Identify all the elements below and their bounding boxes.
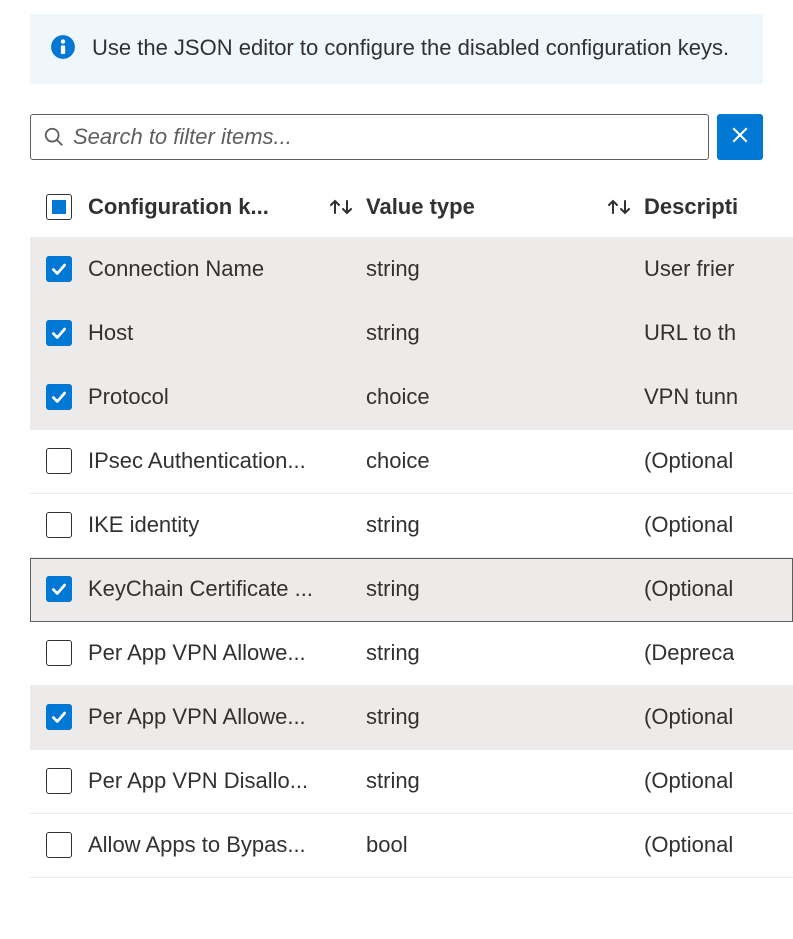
description-cell: (Optional bbox=[644, 832, 733, 858]
row-checkbox[interactable] bbox=[46, 832, 72, 858]
description-cell: (Optional bbox=[644, 448, 733, 474]
table-row[interactable]: Per App VPN Allowe... string (Optional bbox=[30, 686, 793, 750]
value-type-cell: string bbox=[366, 704, 420, 730]
header-value-type[interactable]: Value type bbox=[366, 194, 644, 220]
value-type-cell: choice bbox=[366, 448, 430, 474]
value-type-cell: string bbox=[366, 512, 420, 538]
config-keys-table: Configuration k... Value type Descripti … bbox=[30, 178, 793, 878]
description-cell: (Optional bbox=[644, 768, 733, 794]
description-cell: (Depreca bbox=[644, 640, 734, 666]
sort-icon bbox=[328, 196, 354, 218]
value-type-cell: string bbox=[366, 640, 420, 666]
table-row[interactable]: KeyChain Certificate ... string (Optional bbox=[30, 558, 793, 622]
table-row[interactable]: Per App VPN Allowe... string (Depreca bbox=[30, 622, 793, 686]
description-cell: (Optional bbox=[644, 576, 733, 602]
value-type-cell: bool bbox=[366, 832, 408, 858]
row-checkbox[interactable] bbox=[46, 768, 72, 794]
row-checkbox[interactable] bbox=[46, 512, 72, 538]
description-cell: URL to th bbox=[644, 320, 736, 346]
table-row[interactable]: IPsec Authentication... choice (Optional bbox=[30, 430, 793, 494]
config-key-cell: IKE identity bbox=[88, 512, 354, 538]
table-row[interactable]: Protocol choice VPN tunn bbox=[30, 366, 793, 430]
search-row bbox=[30, 114, 763, 160]
table-header: Configuration k... Value type Descripti bbox=[30, 178, 793, 238]
search-field-wrap[interactable] bbox=[30, 114, 709, 160]
config-key-cell: KeyChain Certificate ... bbox=[88, 576, 354, 602]
config-key-cell: Per App VPN Allowe... bbox=[88, 704, 354, 730]
header-value-type-label: Value type bbox=[366, 194, 602, 220]
description-cell: User frier bbox=[644, 256, 734, 282]
config-key-cell: Connection Name bbox=[88, 256, 354, 282]
header-config-key[interactable]: Configuration k... bbox=[88, 194, 366, 220]
config-key-cell: Host bbox=[88, 320, 354, 346]
sort-icon bbox=[606, 196, 632, 218]
config-key-cell: Protocol bbox=[88, 384, 354, 410]
value-type-cell: string bbox=[366, 320, 420, 346]
header-description[interactable]: Descripti bbox=[644, 194, 793, 220]
config-key-cell: IPsec Authentication... bbox=[88, 448, 354, 474]
info-banner-text: Use the JSON editor to configure the dis… bbox=[92, 32, 729, 64]
row-checkbox[interactable] bbox=[46, 320, 72, 346]
search-icon bbox=[43, 126, 65, 148]
select-all-checkbox[interactable] bbox=[46, 194, 72, 220]
table-row[interactable]: Host string URL to th bbox=[30, 302, 793, 366]
row-checkbox[interactable] bbox=[46, 256, 72, 282]
value-type-cell: string bbox=[366, 256, 420, 282]
description-cell: VPN tunn bbox=[644, 384, 738, 410]
row-checkbox[interactable] bbox=[46, 448, 72, 474]
search-input[interactable] bbox=[73, 124, 696, 150]
value-type-cell: choice bbox=[366, 384, 430, 410]
config-key-cell: Per App VPN Disallo... bbox=[88, 768, 354, 794]
row-checkbox[interactable] bbox=[46, 384, 72, 410]
description-cell: (Optional bbox=[644, 704, 733, 730]
config-key-cell: Allow Apps to Bypas... bbox=[88, 832, 354, 858]
description-cell: (Optional bbox=[644, 512, 733, 538]
table-row[interactable]: IKE identity string (Optional bbox=[30, 494, 793, 558]
info-icon bbox=[50, 34, 76, 60]
config-key-cell: Per App VPN Allowe... bbox=[88, 640, 354, 666]
close-icon bbox=[731, 126, 749, 147]
info-banner: Use the JSON editor to configure the dis… bbox=[30, 14, 763, 84]
clear-search-button[interactable] bbox=[717, 114, 763, 160]
header-config-key-label: Configuration k... bbox=[88, 194, 324, 220]
value-type-cell: string bbox=[366, 768, 420, 794]
row-checkbox[interactable] bbox=[46, 576, 72, 602]
row-checkbox[interactable] bbox=[46, 640, 72, 666]
table-row[interactable]: Connection Name string User frier bbox=[30, 238, 793, 302]
value-type-cell: string bbox=[366, 576, 420, 602]
table-row[interactable]: Per App VPN Disallo... string (Optional bbox=[30, 750, 793, 814]
header-description-label: Descripti bbox=[644, 194, 738, 220]
row-checkbox[interactable] bbox=[46, 704, 72, 730]
table-row[interactable]: Allow Apps to Bypas... bool (Optional bbox=[30, 814, 793, 878]
